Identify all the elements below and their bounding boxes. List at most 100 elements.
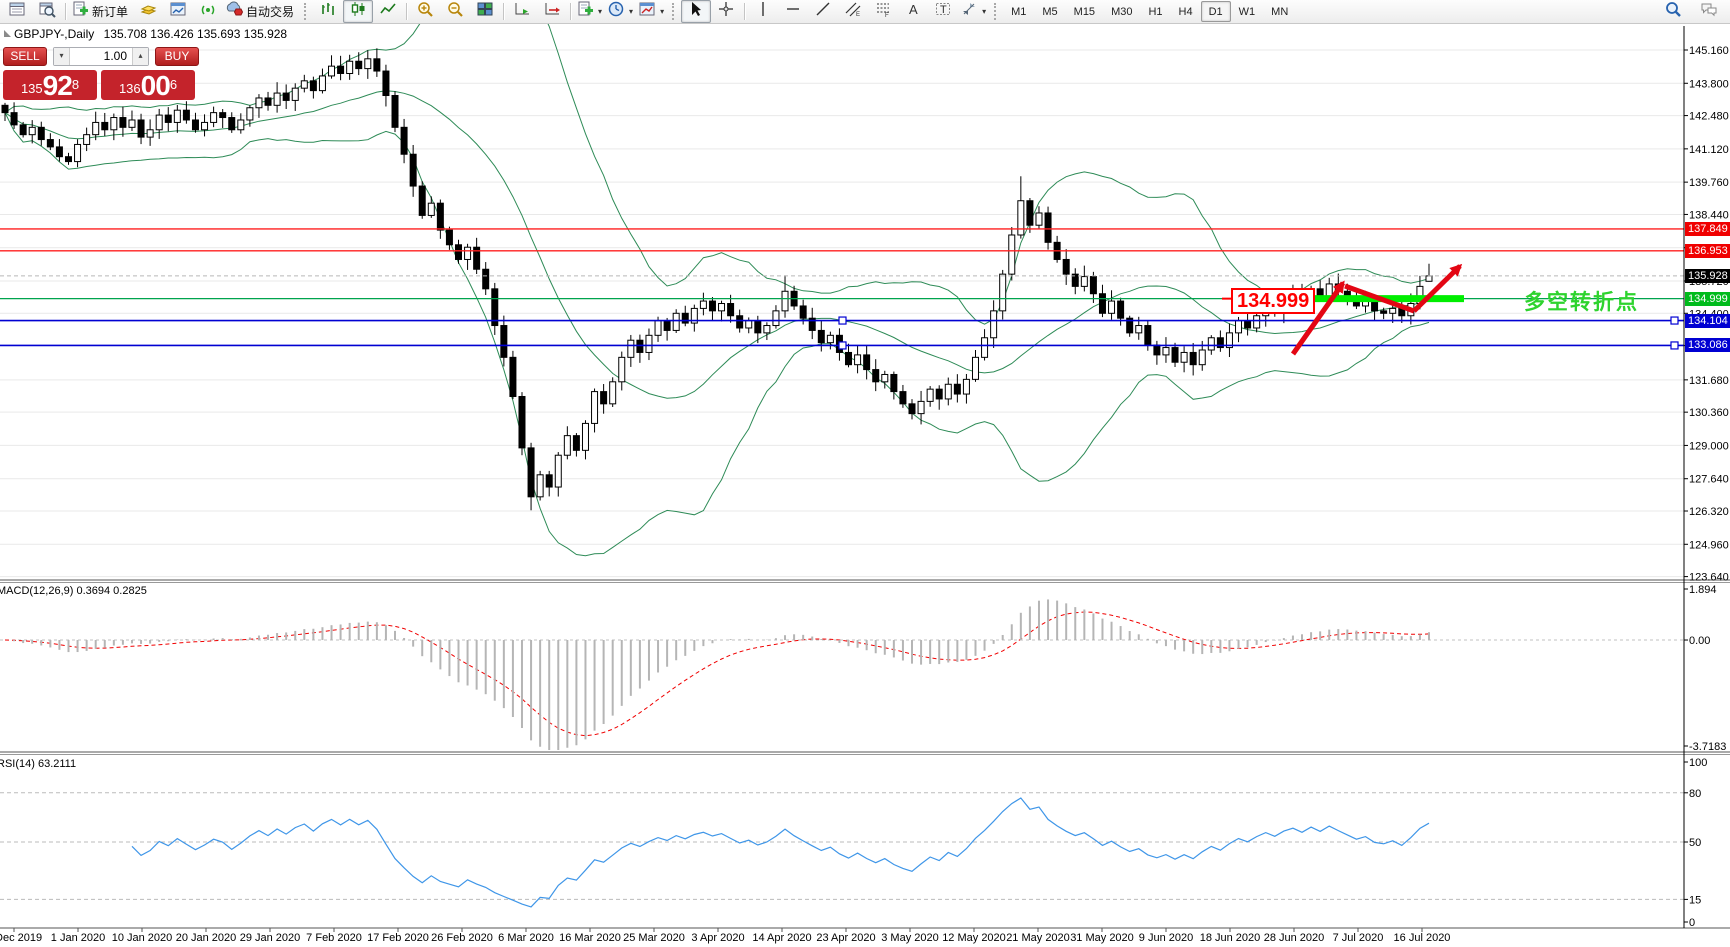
profiles-button[interactable] bbox=[32, 0, 62, 23]
cursor-glyph bbox=[691, 1, 701, 16]
main-toolbar: 新订单 自动交易 ▾ ▾ ▾ E F A T ▾ M1 M5 M15 M30 H1 H4 D1 W1 MN bbox=[0, 0, 1730, 24]
one-click-collapse-icon[interactable] bbox=[4, 30, 11, 37]
toolbar-drag-handle[interactable] bbox=[994, 3, 999, 20]
timeframe-m5-button[interactable]: M5 bbox=[1034, 1, 1065, 22]
market-watch-button[interactable] bbox=[133, 0, 163, 23]
cursor-icon bbox=[688, 1, 705, 23]
price-badge-136.953: 136.953 bbox=[1685, 243, 1730, 258]
cursor-button[interactable] bbox=[681, 0, 712, 23]
symbol-search-button[interactable] bbox=[1658, 0, 1688, 23]
date-tick-label: 17 Feb 2020 bbox=[367, 932, 429, 944]
zoomin-glyph bbox=[417, 1, 433, 17]
sell-price-display[interactable]: 135 92 8 bbox=[3, 70, 97, 100]
chartwin-glyph bbox=[170, 2, 186, 15]
chart-shift-button[interactable] bbox=[537, 0, 567, 23]
timeframe-mn-button[interactable]: MN bbox=[1263, 1, 1296, 22]
timeframe-m1-button[interactable]: M1 bbox=[1003, 1, 1034, 22]
line-handle[interactable] bbox=[1670, 341, 1679, 350]
volume-decrease-button[interactable]: ▾ bbox=[54, 48, 70, 65]
candle-glyph bbox=[351, 1, 365, 16]
price-tick-label: 131.680 bbox=[1689, 375, 1729, 387]
arrows-caret-icon[interactable]: ▾ bbox=[982, 7, 986, 16]
buy-button[interactable]: BUY bbox=[155, 47, 199, 66]
text-label-button[interactable]: T bbox=[928, 0, 958, 23]
timeframe-d1-button[interactable]: D1 bbox=[1200, 1, 1231, 22]
timeframe-h1-button[interactable]: H1 bbox=[1140, 1, 1170, 22]
rsi-tick-label: 50 bbox=[1689, 837, 1701, 849]
arrows-button[interactable]: ▾ bbox=[958, 0, 989, 23]
price-tick-label: 129.000 bbox=[1689, 440, 1729, 452]
volume-increase-button[interactable]: ▴ bbox=[132, 48, 148, 65]
line-handle[interactable] bbox=[838, 341, 847, 350]
horizontal-line-button[interactable] bbox=[778, 0, 808, 23]
price-tick-label: 139.760 bbox=[1689, 177, 1729, 189]
new-chart-button[interactable] bbox=[2, 0, 32, 23]
cross-glyph bbox=[718, 1, 733, 16]
community-icon bbox=[1701, 1, 1718, 23]
candlestick-chart-button[interactable] bbox=[343, 0, 374, 23]
date-tick-label: 7 Feb 2020 bbox=[306, 932, 362, 944]
winmag-glyph bbox=[39, 2, 56, 18]
macd-histogram bbox=[13, 599, 1430, 750]
line-handle[interactable] bbox=[1670, 316, 1679, 325]
sell-button[interactable]: SELL bbox=[3, 47, 47, 66]
indicators-button[interactable]: ▾ bbox=[574, 0, 605, 23]
tile-windows-button[interactable] bbox=[470, 0, 500, 23]
toolbar-drag-handle[interactable] bbox=[672, 3, 677, 20]
trendline-button[interactable] bbox=[808, 0, 838, 23]
symbol-period-label: GBPJPY-,Daily bbox=[14, 27, 95, 41]
fibonacci-button[interactable]: F bbox=[868, 0, 898, 23]
data-window-button[interactable] bbox=[163, 0, 193, 23]
date-tick-label: 6 Mar 2020 bbox=[498, 932, 554, 944]
chart-canvas[interactable]: 145.160 143.800 142.480 141.120 139.760 138.4… bbox=[0, 0, 1730, 947]
auto-scroll-button[interactable] bbox=[507, 0, 537, 23]
bollinger-lower bbox=[4, 112, 1430, 557]
periods-button[interactable]: ▾ bbox=[605, 0, 636, 23]
templates-icon bbox=[639, 1, 656, 23]
zoom-in-button[interactable] bbox=[410, 0, 440, 23]
main-gridlines bbox=[0, 49, 1684, 578]
macd-pane bbox=[0, 611, 1684, 737]
fibonacci-icon: F bbox=[875, 1, 892, 23]
community-button[interactable] bbox=[1694, 0, 1724, 23]
price-badge-133.086: 133.086 bbox=[1685, 338, 1730, 353]
chart-shift-icon bbox=[544, 1, 561, 23]
pageplus-glyph bbox=[578, 1, 594, 15]
tiles-glyph bbox=[477, 2, 493, 15]
sell-price-prefix: 135 bbox=[20, 81, 43, 96]
new-order-button[interactable]: 新订单 bbox=[69, 0, 133, 23]
timeframe-w1-button[interactable]: W1 bbox=[1231, 1, 1264, 22]
indicators-caret-icon[interactable]: ▾ bbox=[598, 7, 602, 16]
buy-price-display[interactable]: 136 00 6 bbox=[101, 70, 195, 100]
timeframe-m15-button[interactable]: M15 bbox=[1066, 1, 1103, 22]
vertical-line-button[interactable] bbox=[748, 0, 778, 23]
level-lines bbox=[0, 228, 1684, 350]
channel-glyph: E bbox=[845, 2, 861, 18]
new-order-icon bbox=[72, 1, 89, 23]
price-tick-label: 143.800 bbox=[1689, 78, 1729, 90]
templates-button[interactable]: ▾ bbox=[636, 0, 667, 23]
autotrading-icon bbox=[226, 1, 244, 23]
crosshair-button[interactable] bbox=[711, 0, 741, 23]
volume-input[interactable]: 1.00 bbox=[70, 48, 132, 65]
toolbar-separator bbox=[744, 3, 746, 20]
ohlc-values: 135.708 136.426 135.693 135.928 bbox=[103, 27, 288, 41]
date-tick-label: 3 May 2020 bbox=[881, 932, 938, 944]
zoom-out-button[interactable] bbox=[440, 0, 470, 23]
bar-chart-button[interactable] bbox=[313, 0, 343, 23]
timeframe-h4-button[interactable]: H4 bbox=[1171, 1, 1201, 22]
line-handle[interactable] bbox=[838, 316, 847, 325]
zoom-in-icon bbox=[417, 1, 434, 23]
price-tick-label: 123.640 bbox=[1689, 572, 1729, 584]
line-chart-button[interactable] bbox=[373, 0, 403, 23]
toolbar-drag-handle[interactable] bbox=[304, 3, 309, 20]
text-button[interactable]: A bbox=[898, 0, 928, 23]
toolbar-separator bbox=[570, 3, 572, 20]
signals-button[interactable] bbox=[193, 0, 223, 23]
periods-caret-icon[interactable]: ▾ bbox=[629, 7, 633, 16]
autotrading-button[interactable]: 自动交易 bbox=[223, 0, 299, 23]
timeframe-m30-button[interactable]: M30 bbox=[1103, 1, 1140, 22]
templates-caret-icon[interactable]: ▾ bbox=[660, 7, 664, 16]
equidistant-channel-button[interactable]: E bbox=[838, 0, 868, 23]
buy-price-sup: 6 bbox=[169, 77, 178, 92]
